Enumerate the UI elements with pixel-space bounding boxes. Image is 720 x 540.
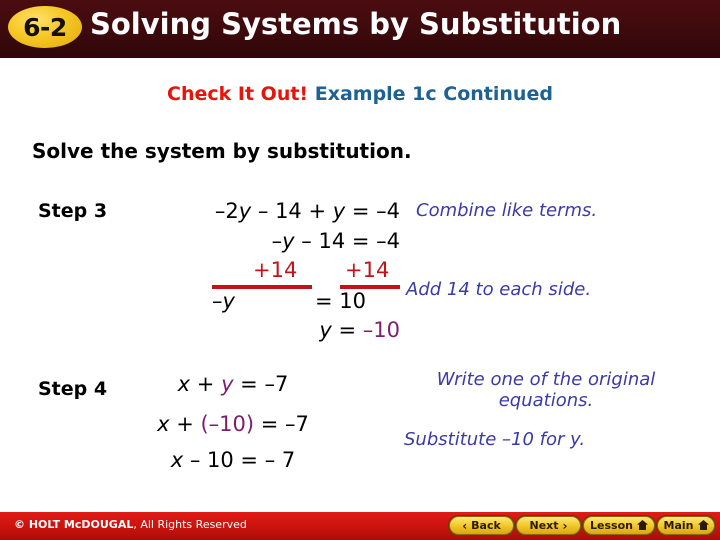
next-button-label: Next [529, 519, 559, 532]
step-4-equation-line-1: x + y = –7 [177, 372, 289, 396]
step-3-note-combine: Combine like terms. [416, 200, 598, 221]
step-4-equation-line-3: x – 10 = – 7 [170, 448, 296, 472]
next-button[interactable]: Next › [516, 516, 581, 535]
step-3-add-term-right: +14 [345, 258, 390, 282]
subtitle: Check It Out! Example 1c Continued [0, 83, 720, 105]
lesson-button-label: Lesson [590, 519, 633, 532]
step-4-note-write: Write one of the original equations. [436, 369, 656, 411]
chevron-left-icon: ‹ [462, 518, 468, 533]
step-3-result-left: –y [212, 289, 235, 313]
back-button-label: Back [471, 519, 501, 532]
lesson-button[interactable]: Lesson [583, 516, 655, 535]
copyright-notice: © HOLT McDOUGAL, All Rights Reserved [14, 518, 247, 531]
lesson-number-label: 6-2 [23, 12, 67, 42]
step-3-equation-line-1: –2y – 14 + y = –4 [214, 199, 400, 223]
subtitle-rest: Example 1c Continued [314, 83, 553, 105]
step-4-equation-line-2: x + (–10) = –7 [157, 412, 309, 436]
header-bar: 6-2 Solving Systems by Substitution [0, 0, 720, 58]
instruction-text: Solve the system by substitution. [32, 139, 412, 163]
chevron-right-icon: › [562, 518, 568, 533]
step-3-solution: y = –10 [319, 318, 400, 342]
step-4-note-substitute: Substitute –10 for y. [404, 429, 586, 450]
subtitle-highlight: Check It Out! [167, 83, 309, 105]
home-icon [697, 519, 709, 532]
main-button[interactable]: Main [657, 516, 715, 535]
back-button[interactable]: ‹ Back [449, 516, 514, 535]
step-3-result-right: = 10 [315, 289, 366, 313]
step-3-label: Step 3 [38, 200, 108, 222]
page-title: Solving Systems by Substitution [90, 7, 622, 41]
lesson-number-badge: 6-2 [8, 6, 82, 48]
copyright-rest: , All Rights Reserved [133, 518, 247, 531]
step-3-equation-line-2: –y – 14 = –4 [271, 229, 400, 253]
home-icon [636, 519, 648, 532]
step-3-note-add: Add 14 to each side. [406, 279, 592, 300]
copyright-strong: © HOLT McDOUGAL [14, 518, 134, 531]
main-button-label: Main [663, 519, 694, 532]
step-3-add-term-left: +14 [253, 258, 298, 282]
